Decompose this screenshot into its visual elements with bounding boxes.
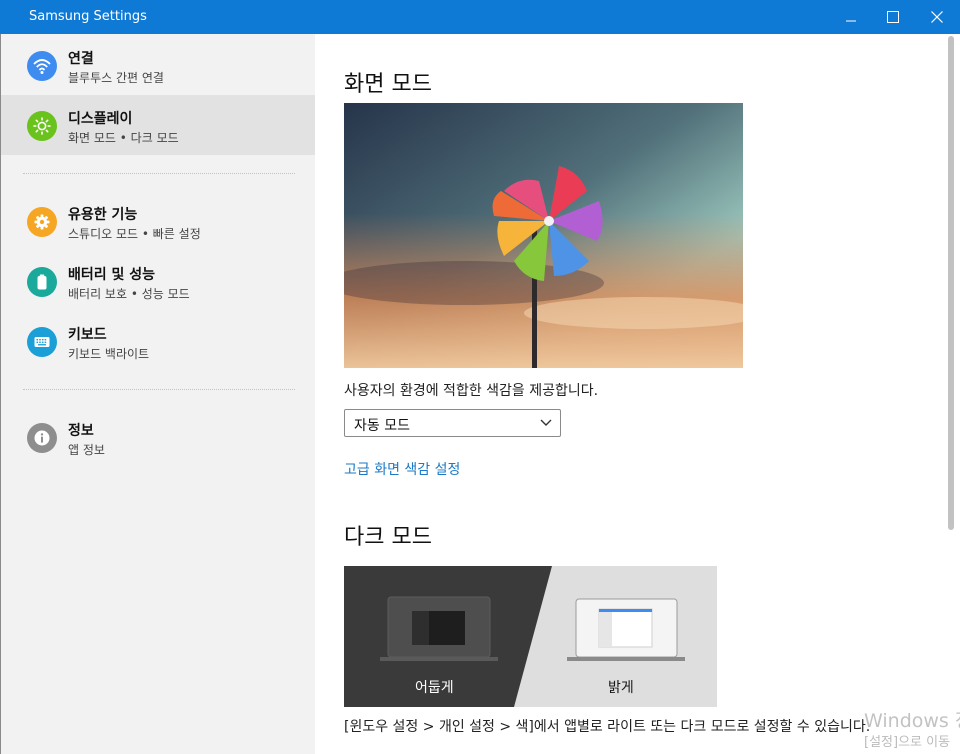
- sidebar-item-title: 디스플레이: [68, 111, 133, 127]
- screen-mode-select-value: 자동 모드: [354, 418, 410, 434]
- sidebar-item-title: 정보: [68, 423, 94, 439]
- sidebar-divider: [23, 173, 295, 174]
- sidebar-item-subtitle: 블루투스 간편 연결: [68, 71, 164, 85]
- battery-icon: [27, 267, 57, 297]
- keyboard-icon: [27, 327, 57, 357]
- dark-mode-options: 어둡게 밝게: [344, 566, 717, 707]
- brightness-icon: [27, 111, 57, 141]
- sidebar-item-subtitle: 앱 정보: [68, 443, 105, 457]
- sidebar-divider: [23, 389, 295, 390]
- dark-mode-footer-note: [윈도우 설정 > 개인 설정 > 색]에서 앱별로 라이트 또는 다크 모드로…: [344, 719, 871, 735]
- info-icon: [27, 423, 57, 453]
- gear-icon: [27, 207, 57, 237]
- chevron-down-icon: [540, 419, 552, 426]
- minimize-icon: [846, 20, 856, 22]
- sidebar-item-useful-features[interactable]: 유용한 기능 스튜디오 모드 • 빠른 설정: [1, 191, 316, 251]
- screen-mode-heading: 화면 모드: [344, 72, 432, 97]
- screen-mode-select[interactable]: 자동 모드: [344, 409, 561, 437]
- dark-option-label[interactable]: 어둡게: [415, 677, 454, 697]
- sidebar-item-connection[interactable]: 연결 블루투스 간편 연결: [1, 35, 316, 95]
- sidebar-item-keyboard[interactable]: 키보드 키보드 백라이트: [1, 311, 316, 371]
- close-icon: [931, 11, 943, 23]
- sidebar-item-title: 유용한 기능: [68, 207, 138, 223]
- pinwheel-preview-image: [344, 103, 743, 368]
- dark-mode-heading: 다크 모드: [344, 525, 432, 550]
- sidebar-item-display[interactable]: 디스플레이 화면 모드 • 다크 모드: [1, 95, 316, 155]
- screen-mode-description: 사용자의 환경에 적합한 색감을 제공합니다.: [344, 383, 599, 399]
- maximize-icon: [887, 11, 899, 23]
- activation-watermark: Windows 정: [864, 710, 960, 732]
- maximize-button[interactable]: [870, 0, 916, 34]
- sidebar-item-subtitle: 키보드 백라이트: [68, 347, 150, 361]
- wifi-icon: [27, 51, 57, 81]
- sidebar-item-title: 키보드: [68, 327, 107, 343]
- sidebar: 연결 블루투스 간편 연결 디스플레이 화면 모드 • 다크 모드 유용한 기능…: [0, 34, 316, 754]
- sidebar-item-title: 배터리 및 성능: [68, 267, 156, 283]
- close-button[interactable]: [914, 0, 960, 34]
- scrollbar[interactable]: [948, 36, 954, 530]
- activation-watermark-sub: [설정]으로 이동: [864, 735, 951, 750]
- sidebar-item-battery[interactable]: 배터리 및 성능 배터리 보호 • 성능 모드: [1, 251, 316, 311]
- window-title: Samsung Settings: [29, 9, 147, 24]
- sidebar-item-subtitle: 화면 모드 • 다크 모드: [68, 131, 179, 145]
- sidebar-item-info[interactable]: 정보 앱 정보: [1, 407, 316, 467]
- sidebar-item-subtitle: 배터리 보호 • 성능 모드: [68, 287, 190, 301]
- advanced-color-settings-link[interactable]: 고급 화면 색감 설정: [344, 459, 460, 479]
- title-bar: Samsung Settings: [0, 0, 960, 34]
- light-option-label[interactable]: 밝게: [608, 677, 634, 697]
- sidebar-item-subtitle: 스튜디오 모드 • 빠른 설정: [68, 227, 201, 241]
- sidebar-item-title: 연결: [68, 51, 94, 67]
- main-content: 화면 모드 사용자의 환경에 적합한 색감을 제공합니다. 자동 모드 고급 화…: [315, 34, 960, 754]
- minimize-button[interactable]: [828, 0, 874, 34]
